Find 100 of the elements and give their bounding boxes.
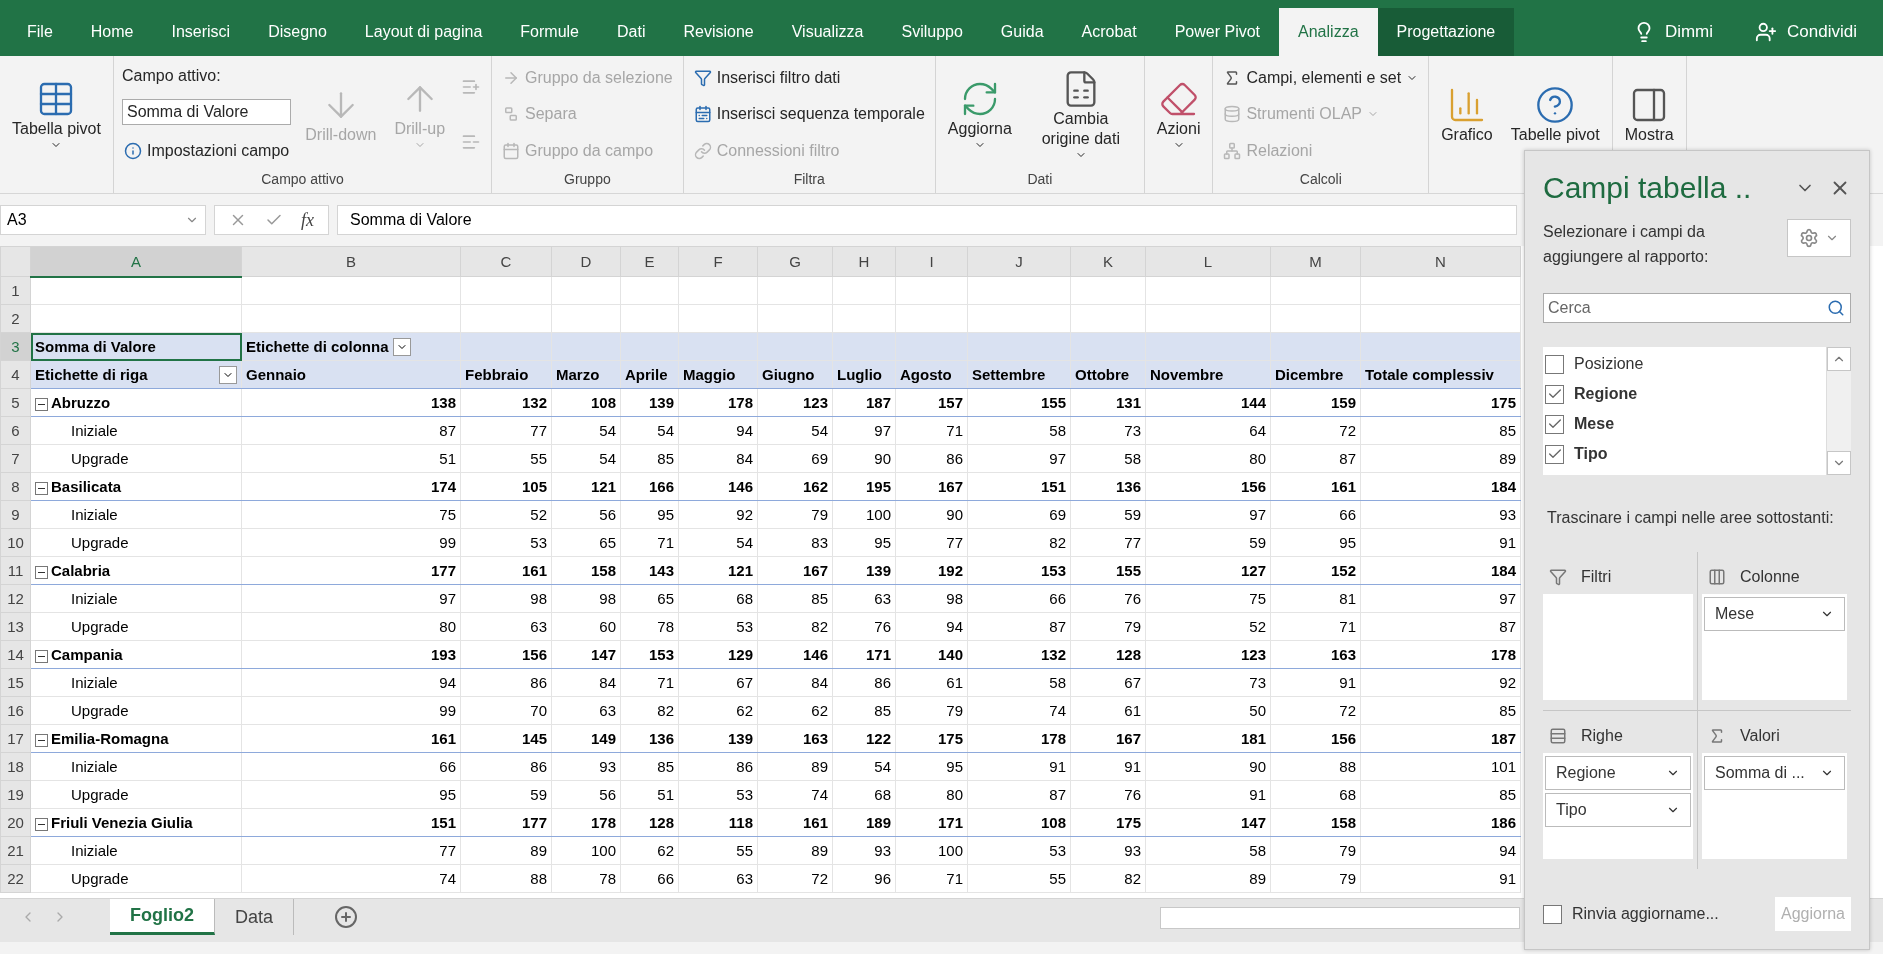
search-field[interactable]: Cerca: [1543, 293, 1851, 323]
ribbon-button[interactable]: Inserisci filtro dati: [691, 67, 927, 90]
column-header[interactable]: B: [241, 246, 461, 277]
ribbon-button[interactable]: Inserisci sequenza temporale: [691, 103, 927, 126]
drop-area[interactable]: Mese: [1702, 594, 1847, 700]
row-header[interactable]: 14: [0, 640, 31, 669]
ribbon-button[interactable]: Azioni: [1152, 76, 1205, 153]
area-field-button[interactable]: Somma di ...: [1704, 756, 1845, 790]
row-header[interactable]: 7: [0, 444, 31, 473]
filter-dropdown-button[interactable]: [392, 337, 411, 356]
row-header[interactable]: 17: [0, 724, 31, 753]
column-header[interactable]: L: [1145, 246, 1271, 277]
column-header[interactable]: K: [1070, 246, 1146, 277]
drop-area[interactable]: Somma di ...: [1702, 753, 1847, 859]
checkbox[interactable]: [1543, 904, 1562, 924]
ribbon-button[interactable]: Cambia origine dati: [1025, 66, 1136, 163]
filter-dropdown-button[interactable]: [219, 365, 237, 384]
row-header[interactable]: 4: [0, 360, 31, 389]
column-header[interactable]: I: [895, 246, 968, 277]
collapse-icon[interactable]: [35, 397, 48, 411]
checkbox[interactable]: [1545, 354, 1564, 374]
row-header[interactable]: 15: [0, 668, 31, 697]
row-header[interactable]: 21: [0, 836, 31, 865]
ribbon-tab[interactable]: Revisione: [664, 8, 773, 56]
row-header[interactable]: 19: [0, 780, 31, 809]
ribbon-button[interactable]: Campi, elementi e set: [1221, 67, 1421, 90]
column-header[interactable]: F: [678, 246, 758, 277]
name-box[interactable]: A3: [0, 205, 206, 235]
column-header[interactable]: G: [757, 246, 833, 277]
search-icon[interactable]: [1827, 299, 1845, 317]
ribbon-tab[interactable]: Inserisci: [152, 8, 250, 56]
row-header[interactable]: 22: [0, 864, 31, 893]
row-header[interactable]: 12: [0, 584, 31, 613]
active-field-input[interactable]: Somma di Valore: [121, 99, 292, 126]
ribbon-button[interactable]: Aggiorna: [943, 76, 1016, 153]
row-header[interactable]: 6: [0, 416, 31, 445]
row-header[interactable]: 5: [0, 388, 31, 417]
column-header[interactable]: C: [460, 246, 552, 277]
area-field-button[interactable]: Tipo: [1545, 793, 1691, 827]
column-header[interactable]: A: [30, 246, 242, 277]
ribbon-tab[interactable]: Layout di pagina: [345, 8, 502, 56]
ribbon-tab[interactable]: File: [8, 8, 72, 56]
sheet-tab[interactable]: Data: [215, 899, 295, 935]
horizontal-scrollbar[interactable]: [1160, 907, 1520, 929]
row-header[interactable]: 20: [0, 808, 31, 837]
column-header[interactable]: D: [551, 246, 621, 277]
area-field-button[interactable]: Mese: [1704, 597, 1845, 631]
ribbon-tab[interactable]: Disegno: [249, 8, 346, 56]
checkbox[interactable]: [1545, 384, 1564, 404]
formula-input[interactable]: Somma di Valore: [337, 205, 1517, 235]
ribbon-tab[interactable]: Visualizza: [772, 8, 883, 56]
vertical-scrollbar[interactable]: [1826, 347, 1851, 475]
row-header[interactable]: 8: [0, 472, 31, 501]
scroll-up-button[interactable]: [1827, 347, 1851, 371]
insert-function-button[interactable]: fx: [301, 209, 314, 231]
column-header[interactable]: M: [1270, 246, 1361, 277]
column-header[interactable]: E: [620, 246, 679, 277]
row-header[interactable]: 18: [0, 752, 31, 781]
row-header[interactable]: 13: [0, 612, 31, 641]
sheet-tab[interactable]: Foglio2: [110, 899, 215, 935]
row-header[interactable]: 9: [0, 500, 31, 529]
drop-area[interactable]: Regione Tipo: [1543, 753, 1693, 859]
checkbox[interactable]: [1545, 414, 1564, 434]
row-header[interactable]: 16: [0, 696, 31, 725]
scroll-down-button[interactable]: [1827, 451, 1851, 475]
row-header[interactable]: 1: [0, 276, 31, 305]
table-cell: 69: [967, 500, 1071, 529]
ribbon-tab[interactable]: Guida: [981, 8, 1063, 56]
collapse-icon[interactable]: [35, 817, 48, 831]
checkbox[interactable]: [1545, 444, 1564, 464]
row-header[interactable]: 2: [0, 304, 31, 333]
ribbon-tab[interactable]: Progettazione: [1377, 8, 1515, 56]
ribbon-button[interactable]: Grafico: [1437, 82, 1497, 147]
collapse-icon[interactable]: [35, 733, 48, 747]
column-header[interactable]: J: [967, 246, 1071, 277]
collapse-icon[interactable]: [35, 565, 48, 579]
collapse-icon[interactable]: [35, 649, 48, 663]
ribbon-tab[interactable]: Home: [71, 8, 153, 56]
row-header[interactable]: 11: [0, 556, 31, 585]
tell-me-button[interactable]: Dimmi: [1626, 20, 1720, 44]
ribbon-button[interactable]: Tabelle pivot: [1506, 82, 1604, 147]
row-header[interactable]: 3: [0, 332, 31, 361]
ribbon-button[interactable]: Tabella pivot: [8, 76, 105, 153]
column-header[interactable]: H: [832, 246, 896, 277]
share-button[interactable]: Condividi: [1749, 20, 1863, 44]
ribbon-tab[interactable]: Acrobat: [1062, 8, 1156, 56]
ribbon-button[interactable]: Impostazioni campo: [121, 139, 292, 162]
area-field-button[interactable]: Regione: [1545, 756, 1691, 790]
table-cell: 86: [895, 444, 968, 473]
settings-button[interactable]: [1787, 219, 1851, 257]
row-header[interactable]: 10: [0, 528, 31, 557]
ribbon-tab[interactable]: Analizza: [1279, 8, 1378, 56]
ribbon-tab[interactable]: Dati: [598, 8, 665, 56]
ribbon-tab[interactable]: Sviluppo: [882, 8, 982, 56]
collapse-icon[interactable]: [35, 481, 48, 495]
ribbon-button[interactable]: Mostra: [1620, 82, 1678, 147]
column-header[interactable]: N: [1360, 246, 1521, 277]
ribbon-tab[interactable]: Power Pivot: [1155, 8, 1280, 56]
ribbon-tab[interactable]: Formule: [501, 8, 598, 56]
add-sheet-button[interactable]: [334, 905, 359, 929]
